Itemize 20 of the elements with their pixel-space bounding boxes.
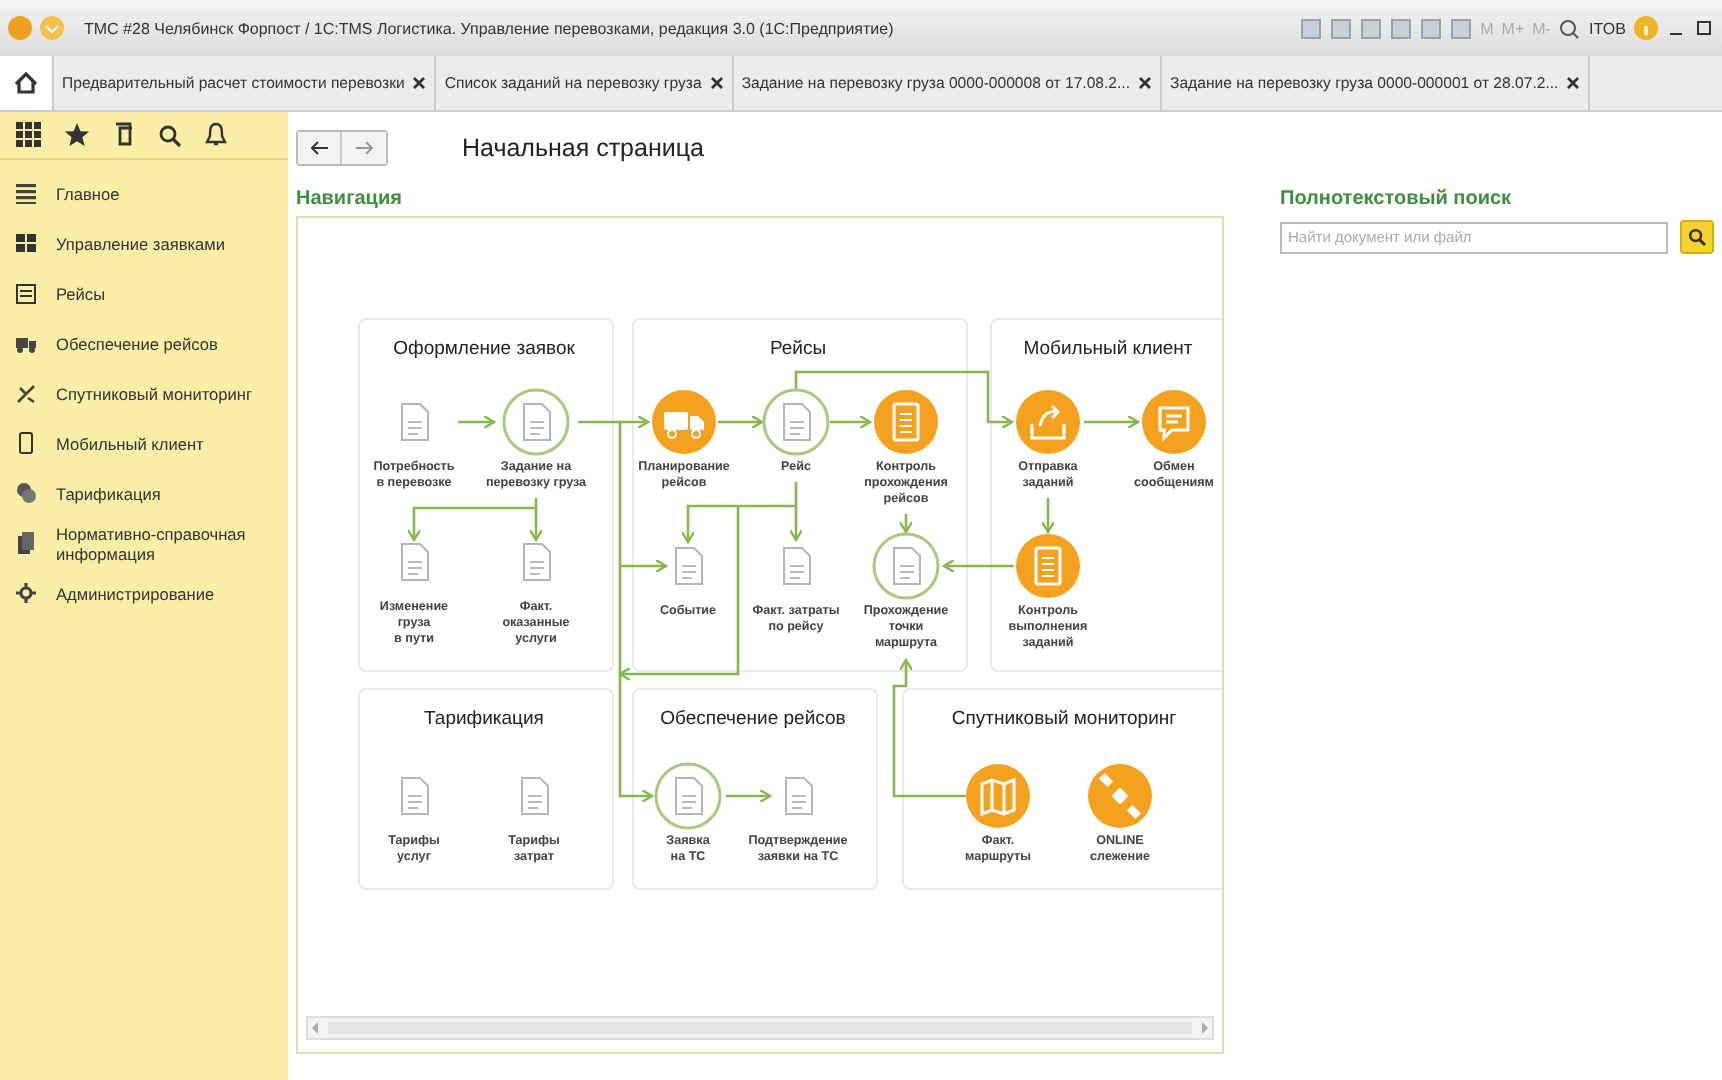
sidebar-item[interactable]: Мобильный клиент <box>0 418 288 468</box>
page-title: Начальная страница <box>462 134 704 162</box>
sidebar-item[interactable]: Главное <box>0 168 288 218</box>
sidebar-item[interactable]: Администрирование <box>0 568 288 618</box>
group-title: Рейсы <box>767 338 829 360</box>
group-title: Спутниковый мониторинг <box>949 708 1179 730</box>
group-title: Тарификация <box>422 708 546 730</box>
group-title: Обеспечение рейсов <box>658 708 848 730</box>
group-title: Оформление заявок <box>391 338 577 360</box>
group-title: Мобильный клиент <box>1021 338 1195 360</box>
sidebar-item[interactable]: Спутниковый мониторинг <box>0 368 288 418</box>
sidebar-item[interactable]: Нормативно-справочная информация <box>0 518 288 568</box>
sidebar-item[interactable]: Управление заявками <box>0 218 288 268</box>
user-name[interactable]: ITOB <box>1588 19 1626 37</box>
sidebar-item[interactable]: Тарификация <box>0 468 288 518</box>
sidebar-item[interactable]: Обеспечение рейсов <box>0 318 288 368</box>
window-title: ТМС #28 Челябинск Форпост / 1С:TMS Логистика. Управление перевозками, редакция 3.0 (1С:Предприятие) <box>84 19 894 37</box>
section-title: Полнотекстовый поиск <box>1280 188 1514 214</box>
sidebar-item[interactable]: Рейсы <box>0 268 288 318</box>
section-title: Навигация <box>296 188 404 214</box>
